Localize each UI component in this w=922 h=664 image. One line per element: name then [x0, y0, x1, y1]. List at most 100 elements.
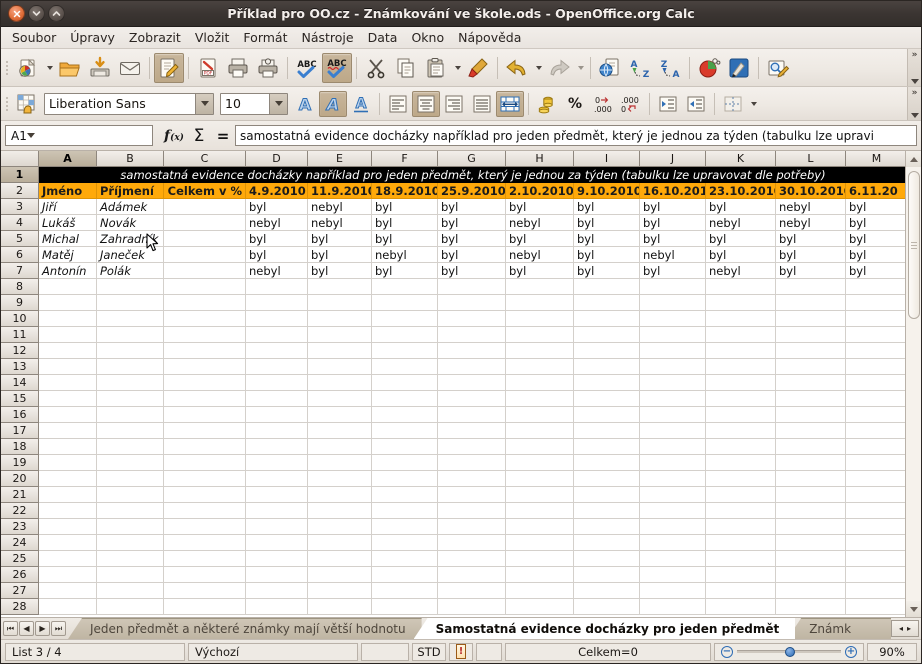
font-size-combo[interactable]: 10 — [220, 92, 288, 115]
header-cell-B2[interactable]: Příjmení — [97, 183, 164, 199]
cell-J5[interactable]: byl — [640, 231, 706, 247]
cell-M15[interactable] — [846, 391, 905, 407]
sheet-nav-next-button[interactable]: ▶ — [35, 621, 50, 636]
header-cell-G2[interactable]: 25.9.2010 — [438, 183, 506, 199]
cell-J19[interactable] — [640, 455, 706, 471]
cell-K11[interactable] — [706, 327, 776, 343]
column-header-K[interactable]: K — [706, 151, 776, 167]
cell-H26[interactable] — [506, 567, 574, 583]
cell-G15[interactable] — [438, 391, 506, 407]
cell-J8[interactable] — [640, 279, 706, 295]
cell-G12[interactable] — [438, 343, 506, 359]
cell-J7[interactable]: byl — [640, 263, 706, 279]
clone-formatting-button[interactable] — [463, 53, 493, 83]
row-header-4[interactable]: 4 — [1, 215, 39, 231]
cell-K19[interactable] — [706, 455, 776, 471]
cell-L5[interactable]: byl — [776, 231, 846, 247]
cell-B15[interactable] — [97, 391, 164, 407]
cell-E21[interactable] — [308, 487, 372, 503]
cell-B19[interactable] — [97, 455, 164, 471]
save-button[interactable] — [85, 53, 115, 83]
cell-H4[interactable]: nebyl — [506, 215, 574, 231]
menu-okno[interactable]: Okno — [404, 28, 451, 48]
cell-F8[interactable] — [372, 279, 438, 295]
cell-H3[interactable]: byl — [506, 199, 574, 215]
cell-F6[interactable]: nebyl — [372, 247, 438, 263]
row-header-27[interactable]: 27 — [1, 583, 39, 599]
cell-F12[interactable] — [372, 343, 438, 359]
cell-K3[interactable]: byl — [706, 199, 776, 215]
cell-J6[interactable]: nebyl — [640, 247, 706, 263]
cell-A22[interactable] — [39, 503, 97, 519]
cell-E25[interactable] — [308, 551, 372, 567]
cell-B11[interactable] — [97, 327, 164, 343]
row-header-2[interactable]: 2 — [1, 183, 39, 199]
cell-K25[interactable] — [706, 551, 776, 567]
cell-M20[interactable] — [846, 471, 905, 487]
cell-F3[interactable]: byl — [372, 199, 438, 215]
percent-format-button[interactable]: % — [561, 91, 589, 117]
cell-F5[interactable]: byl — [372, 231, 438, 247]
cell-B5[interactable]: Zahradník — [97, 231, 164, 247]
cell-D7[interactable]: nebyl — [246, 263, 308, 279]
row-header-26[interactable]: 26 — [1, 567, 39, 583]
cell-I4[interactable]: byl — [574, 215, 640, 231]
column-header-M[interactable]: M — [846, 151, 905, 167]
zoom-out-button[interactable]: − — [721, 645, 733, 658]
column-header-A[interactable]: A — [39, 151, 97, 167]
cell-F24[interactable] — [372, 535, 438, 551]
cell-I19[interactable] — [574, 455, 640, 471]
cell-F22[interactable] — [372, 503, 438, 519]
menu-format[interactable]: Formát — [236, 28, 294, 48]
column-header-D[interactable]: D — [246, 151, 308, 167]
cell-M22[interactable] — [846, 503, 905, 519]
cell-H5[interactable]: byl — [506, 231, 574, 247]
find-replace-button[interactable] — [763, 53, 793, 83]
cell-K6[interactable]: byl — [706, 247, 776, 263]
cell-L28[interactable] — [776, 599, 846, 615]
cell-J13[interactable] — [640, 359, 706, 375]
cell-L16[interactable] — [776, 407, 846, 423]
cell-C25[interactable] — [164, 551, 246, 567]
cell-J9[interactable] — [640, 295, 706, 311]
sheet-tab-3[interactable]: Známk — [787, 618, 891, 639]
font-size-dropdown-button[interactable] — [269, 93, 287, 114]
minimize-window-button[interactable] — [28, 5, 45, 22]
cell-C3[interactable] — [164, 199, 246, 215]
row-header-10[interactable]: 10 — [1, 311, 39, 327]
cell-D4[interactable]: nebyl — [246, 215, 308, 231]
cell-D19[interactable] — [246, 455, 308, 471]
cell-M19[interactable] — [846, 455, 905, 471]
cell-M24[interactable] — [846, 535, 905, 551]
cell-M17[interactable] — [846, 423, 905, 439]
cell-H17[interactable] — [506, 423, 574, 439]
row-header-19[interactable]: 19 — [1, 455, 39, 471]
cell-I12[interactable] — [574, 343, 640, 359]
cell-B20[interactable] — [97, 471, 164, 487]
header-cell-F2[interactable]: 18.9.2010 — [372, 183, 438, 199]
cell-D12[interactable] — [246, 343, 308, 359]
cell-M4[interactable]: byl — [846, 215, 905, 231]
cell-K20[interactable] — [706, 471, 776, 487]
cell-J26[interactable] — [640, 567, 706, 583]
close-window-button[interactable] — [8, 5, 25, 22]
cell-J3[interactable]: byl — [640, 199, 706, 215]
cell-C14[interactable] — [164, 375, 246, 391]
cell-G4[interactable]: byl — [438, 215, 506, 231]
cell-G18[interactable] — [438, 439, 506, 455]
row-header-18[interactable]: 18 — [1, 439, 39, 455]
add-decimal-button[interactable]: 0 .000 — [589, 91, 617, 117]
zoom-slider-track[interactable] — [737, 647, 841, 657]
cell-A20[interactable] — [39, 471, 97, 487]
bold-button[interactable]: A — [291, 91, 319, 117]
align-justify-button[interactable] — [468, 91, 496, 117]
cell-L9[interactable] — [776, 295, 846, 311]
cell-E20[interactable] — [308, 471, 372, 487]
cell-C7[interactable] — [164, 263, 246, 279]
menu-upravy[interactable]: Úpravy — [63, 28, 122, 48]
cell-B22[interactable] — [97, 503, 164, 519]
cell-C12[interactable] — [164, 343, 246, 359]
column-header-L[interactable]: L — [776, 151, 846, 167]
cell-C9[interactable] — [164, 295, 246, 311]
cell-L23[interactable] — [776, 519, 846, 535]
